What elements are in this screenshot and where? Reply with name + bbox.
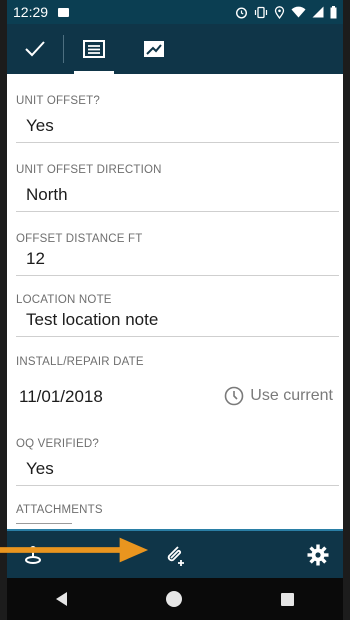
field-value[interactable]: Yes: [16, 459, 339, 479]
location-icon: [274, 5, 285, 19]
field-value[interactable]: Test location note: [16, 310, 339, 330]
tab-form[interactable]: [64, 24, 124, 74]
device-frame-left: [0, 0, 7, 620]
home-nav-button[interactable]: [165, 591, 182, 607]
recents-nav-button[interactable]: [280, 592, 294, 606]
field-unit-offset-direction[interactable]: UNIT OFFSET DIRECTION North: [16, 164, 339, 212]
vibrate-icon: [254, 6, 268, 18]
use-current-label: Use current: [250, 387, 333, 404]
field-location-note[interactable]: LOCATION NOTE Test location note: [16, 294, 339, 337]
form-content: UNIT OFFSET? Yes UNIT OFFSET DIRECTION N…: [7, 74, 343, 529]
field-value[interactable]: North: [16, 185, 339, 205]
check-icon: [25, 41, 45, 57]
tab-map[interactable]: [124, 24, 184, 74]
system-nav-bar: [7, 578, 343, 620]
field-underline: [16, 336, 339, 337]
form-tab-icon: [83, 40, 105, 58]
settings-gear-icon: [307, 544, 329, 565]
field-label: LOCATION NOTE: [16, 294, 112, 306]
map-tab-icon: [144, 41, 164, 57]
field-underline: [16, 485, 339, 486]
status-time: 12:29: [13, 4, 49, 20]
field-underline: [16, 142, 339, 143]
field-underline: [16, 275, 339, 276]
field-label: UNIT OFFSET DIRECTION: [16, 164, 162, 176]
back-nav-button[interactable]: [56, 592, 68, 606]
clock-icon: [224, 386, 244, 406]
annotation-arrow: [0, 537, 149, 563]
add-attachment-button[interactable]: [155, 542, 195, 568]
wifi-icon: [291, 6, 306, 18]
attachment-add-icon: [167, 545, 184, 566]
image-icon: [58, 7, 70, 17]
field-underline: [16, 211, 339, 212]
field-value[interactable]: 12: [16, 249, 339, 269]
field-label: UNIT OFFSET?: [16, 95, 100, 107]
field-unit-offset[interactable]: UNIT OFFSET? Yes: [16, 95, 339, 143]
signal-icon: [312, 6, 324, 18]
field-oq-verified[interactable]: OQ VERIFIED? Yes: [16, 438, 339, 486]
field-offset-distance[interactable]: OFFSET DISTANCE FT 12: [16, 233, 339, 276]
alarm-icon: [235, 6, 248, 19]
toolbar: [7, 24, 343, 74]
attachments-underline: [16, 523, 72, 524]
settings-button[interactable]: [289, 544, 329, 566]
battery-icon: [330, 5, 337, 18]
field-value[interactable]: Yes: [16, 116, 339, 136]
field-label: OFFSET DISTANCE FT: [16, 233, 143, 245]
field-install-repair-date[interactable]: INSTALL/REPAIR DATE 11/01/2018 Use curre…: [16, 356, 339, 407]
field-attachments: ATTACHMENTS: [16, 504, 339, 516]
use-current-button[interactable]: Use current: [224, 386, 333, 406]
save-check-button[interactable]: [7, 24, 63, 74]
field-label: OQ VERIFIED?: [16, 438, 99, 450]
field-label: INSTALL/REPAIR DATE: [16, 356, 144, 368]
status-bar: 12:29: [7, 0, 343, 24]
device-frame-right: [343, 0, 350, 620]
field-label: ATTACHMENTS: [16, 504, 103, 516]
